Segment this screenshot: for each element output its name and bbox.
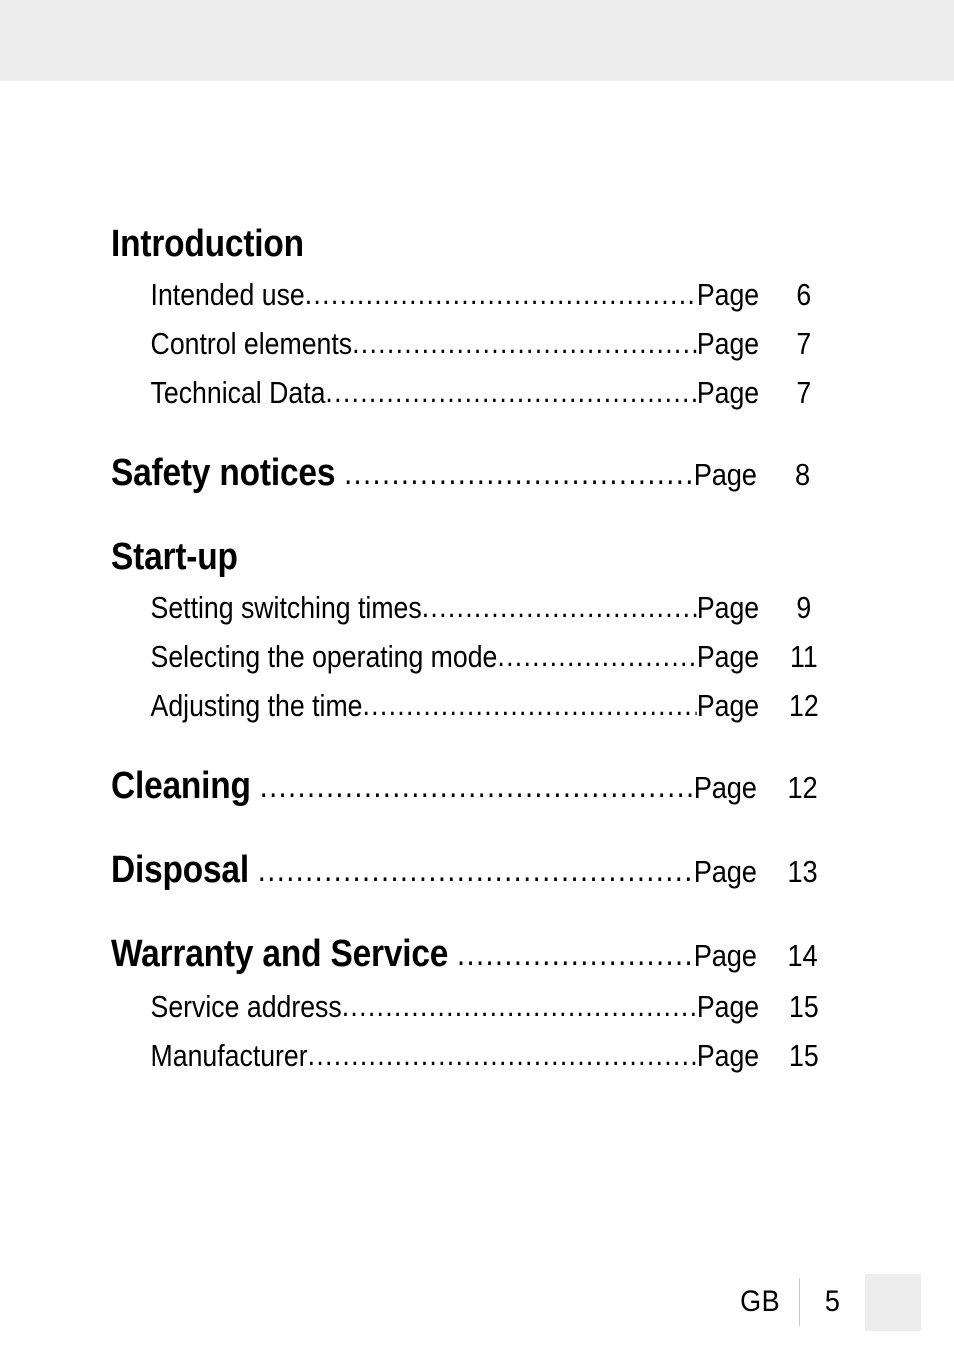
toc-page-number: 14	[787, 938, 818, 973]
toc-page-word: Page	[696, 989, 760, 1024]
dot-leader	[260, 759, 694, 812]
toc-page-number: 8	[795, 457, 811, 492]
toc-entry-row[interactable]: Technical Data Page 7	[111, 368, 845, 417]
toc-heading-row[interactable]: Start-up	[111, 531, 845, 583]
toc-entry-label: Intended use	[150, 277, 305, 312]
toc-entry-label: Setting switching times	[150, 590, 422, 625]
toc-entry-label: Selecting the operating mode	[150, 639, 498, 674]
toc-page-number: 12	[787, 770, 818, 805]
toc-heading-row[interactable]: Safety notices Page 8	[111, 447, 845, 501]
toc-entry-label: Manufacturer	[150, 1038, 308, 1073]
toc-page-number: 9	[796, 590, 812, 625]
toc-page-number: 7	[796, 375, 812, 410]
toc-page-number: 15	[789, 989, 819, 1024]
toc-heading-label: Warranty and Service	[111, 933, 449, 975]
toc-heading-row[interactable]: Cleaning Page 12	[111, 760, 845, 814]
toc-page-word: Page	[693, 938, 757, 973]
toc-page-word: Page	[696, 326, 760, 361]
toc-group: Safety notices Page 8	[111, 447, 845, 501]
toc-page-word: Page	[696, 277, 760, 312]
table-of-contents: Introduction Intended use Page 6 Control ele…	[111, 218, 845, 1080]
toc-entry-row[interactable]: Manufacturer Page 15	[111, 1031, 845, 1080]
dot-leader	[258, 843, 694, 896]
toc-page-word: Page	[696, 375, 760, 410]
footer-color-block	[865, 1273, 921, 1331]
dot-leader	[497, 631, 696, 680]
toc-heading-label: Introduction	[111, 223, 304, 265]
toc-heading-label: Safety notices	[111, 452, 336, 494]
dot-leader	[325, 367, 696, 416]
toc-group: Start-up Setting switching times Page 9 Sele…	[111, 531, 845, 730]
toc-entry-row[interactable]: Service address Page 15	[111, 982, 845, 1031]
toc-entry-label: Technical Data	[150, 375, 326, 410]
toc-group: Introduction Intended use Page 6 Control ele…	[111, 218, 845, 417]
footer-divider	[799, 1278, 801, 1326]
toc-page-number: 12	[789, 688, 819, 723]
footer-page-number: 5	[825, 1285, 841, 1318]
toc-heading-label: Start-up	[111, 536, 238, 578]
toc-page-word: Page	[696, 639, 760, 674]
dot-leader	[362, 680, 696, 729]
toc-page-number: 11	[790, 639, 818, 674]
dot-leader	[422, 582, 697, 631]
footer-inner: GB 5	[737, 1273, 921, 1331]
toc-entry-row[interactable]: Setting switching times Page 9	[111, 583, 845, 632]
toc-page-number: 7	[796, 326, 812, 361]
toc-heading-label: Disposal	[111, 849, 249, 891]
toc-group: Cleaning Page 12	[111, 760, 845, 814]
toc-entry-row[interactable]: Intended use Page 6	[111, 270, 845, 319]
toc-entry-row[interactable]: Control elements Page 7	[111, 319, 845, 368]
dot-leader	[344, 446, 694, 499]
dot-leader	[308, 1030, 697, 1079]
dot-leader	[305, 269, 697, 318]
toc-entry-row[interactable]: Selecting the operating mode Page 11	[111, 632, 845, 681]
toc-heading-row[interactable]: Disposal Page 13	[111, 844, 845, 898]
top-decorative-band	[0, 0, 954, 81]
toc-page-word: Page	[696, 688, 760, 723]
toc-heading-label: Cleaning	[111, 765, 251, 807]
toc-page-word: Page	[696, 590, 760, 625]
footer-language-code: GB	[740, 1285, 780, 1318]
toc-heading-row[interactable]: Warranty and Service Page 14	[111, 928, 845, 982]
toc-page-word: Page	[693, 457, 757, 492]
toc-heading-row[interactable]: Introduction	[111, 218, 845, 270]
toc-page-word: Page	[693, 770, 757, 805]
page-footer: GB 5	[0, 1273, 954, 1331]
toc-page-number: 15	[789, 1038, 819, 1073]
dot-leader	[457, 927, 694, 980]
toc-group: Warranty and Service Page 14 Service addres…	[111, 928, 845, 1080]
toc-page-word: Page	[696, 1038, 760, 1073]
toc-entry-row[interactable]: Adjusting the time Page 12	[111, 681, 845, 730]
toc-page-number: 6	[796, 277, 812, 312]
toc-entry-label: Control elements	[150, 326, 353, 361]
toc-group: Disposal Page 13	[111, 844, 845, 898]
toc-entry-label: Adjusting the time	[150, 688, 363, 723]
toc-entry-label: Service address	[150, 989, 342, 1024]
toc-page-number: 13	[787, 854, 818, 889]
dot-leader	[342, 981, 697, 1030]
dot-leader	[352, 318, 697, 367]
toc-page-word: Page	[693, 854, 757, 889]
